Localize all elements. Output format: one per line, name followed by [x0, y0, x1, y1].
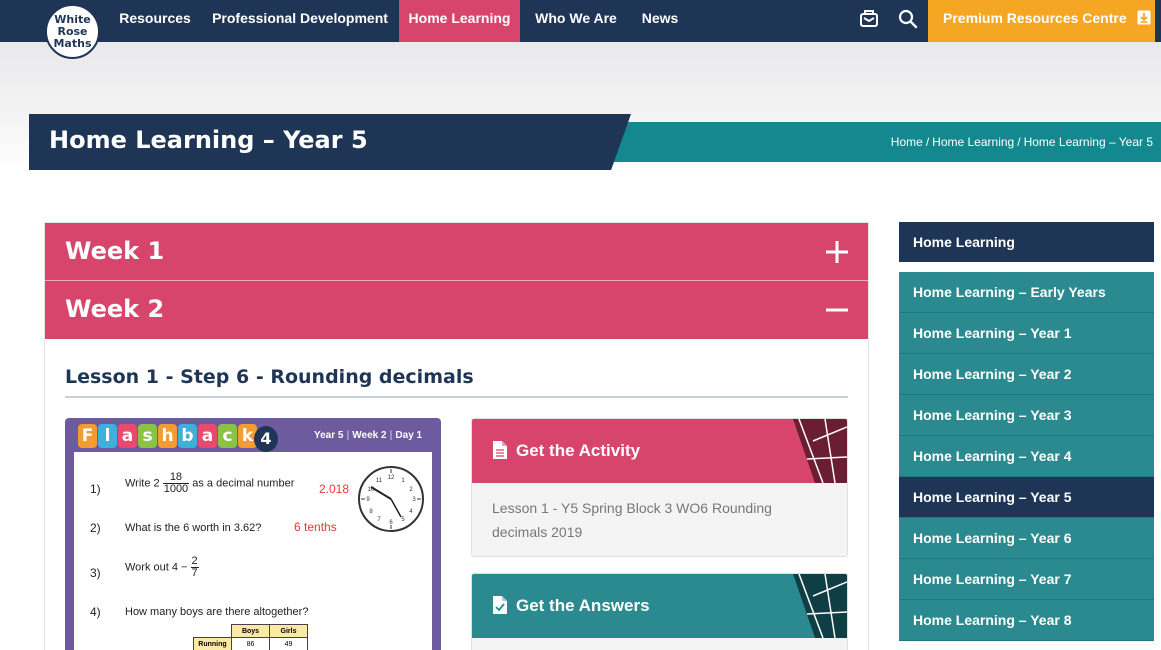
question-number: 3): [90, 566, 101, 580]
flashback-title: Flashback: [78, 424, 258, 458]
sidebar-item-year-6[interactable]: Home Learning – Year 6: [899, 518, 1154, 559]
answer-2: 6 tenths: [294, 520, 337, 534]
breadcrumb-home[interactable]: Home: [891, 135, 923, 149]
premium-label: Premium Resources Centre: [943, 10, 1127, 26]
question-text: Write 2: [125, 477, 160, 490]
activity-description[interactable]: Lesson 1 - Y5 Spring Block 3 WO6 Roundin…: [492, 496, 812, 544]
flashback-number: 4: [254, 426, 278, 452]
question-2: What is the 6 worth in 3.62?: [125, 522, 262, 534]
get-activity-card[interactable]: Get the Activity Lesson 1 - Y5 Spring Bl…: [471, 418, 848, 557]
decorative-pattern-icon: [793, 574, 847, 638]
question-4: How many boys are there altogether?: [125, 606, 309, 618]
clock-icon: 12369 1245 781011: [358, 466, 424, 532]
download-icon: [1137, 10, 1151, 25]
flashback-letter: a: [118, 424, 137, 448]
sidebar-item-year-1[interactable]: Home Learning – Year 1: [899, 313, 1154, 354]
meta-year: Year 5: [314, 430, 344, 441]
svg-text:12: 12: [388, 475, 395, 481]
meta-week: Week 2: [352, 430, 387, 441]
sidebar-item-year-7[interactable]: Home Learning – Year 7: [899, 559, 1154, 600]
table-row-label: Running: [193, 637, 232, 650]
premium-resources-button[interactable]: Premium Resources Centre: [928, 0, 1155, 42]
question-1: Write 2 18 1000 as a decimal number: [125, 472, 294, 495]
flashback-letter: l: [98, 424, 117, 448]
card-header[interactable]: Get the Activity: [472, 419, 847, 483]
sidebar-item-year-8[interactable]: Home Learning – Year 8: [899, 600, 1154, 641]
question-number: 2): [90, 521, 101, 535]
nav-who-we-are[interactable]: Who We Are: [528, 0, 624, 42]
document-check-icon: [493, 596, 507, 614]
accordion-week-1[interactable]: Week 1: [45, 223, 868, 281]
breadcrumb-separator: /: [925, 135, 930, 149]
flashback-letter: h: [158, 424, 177, 448]
meta-day: Day 1: [395, 430, 423, 441]
denominator: 7: [191, 567, 198, 579]
lesson-title: Lesson 1 - Step 6 - Rounding decimals: [65, 366, 474, 388]
page-title: Home Learning – Year 5: [49, 126, 368, 154]
nav-home-learning[interactable]: Home Learning: [399, 0, 520, 42]
table-header: Boys: [231, 624, 270, 638]
question-3: Work out 4 − 27: [125, 556, 199, 579]
flashback-letter: s: [138, 424, 157, 448]
week-1-label: Week 1: [65, 237, 165, 265]
card-header[interactable]: Get the Answers: [472, 574, 847, 638]
answer-1: 2.018: [319, 482, 350, 496]
sidebar-item-year-4[interactable]: Home Learning – Year 4: [899, 436, 1154, 477]
question-number: 4): [90, 605, 101, 619]
breadcrumb-separator: /: [1017, 135, 1021, 149]
sidebar-item-year-3[interactable]: Home Learning – Year 3: [899, 395, 1154, 436]
table-cell: 49: [269, 637, 308, 650]
worksheet-meta: Year 5 | Week 2 | Day 1: [314, 430, 423, 441]
plus-icon[interactable]: [826, 241, 848, 263]
question-text: Work out 4 −: [125, 561, 188, 574]
sidebar-title[interactable]: Home Learning: [899, 222, 1154, 262]
get-activity-label: Get the Activity: [516, 441, 641, 460]
white-rose-maths-logo[interactable]: White Rose Maths: [45, 4, 100, 59]
flashback-letter: a: [198, 424, 217, 448]
contact-icon[interactable]: [859, 9, 879, 29]
sidebar-item-year-2[interactable]: Home Learning – Year 2: [899, 354, 1154, 395]
logo-text-line1: White: [54, 12, 91, 26]
breadcrumb: Home / Home Learning / Home Learning – Year …: [891, 135, 1153, 149]
fraction: 18 1000: [162, 472, 190, 495]
accordion-week-2[interactable]: Week 2: [45, 281, 868, 339]
breadcrumb-home-learning[interactable]: Home Learning: [932, 135, 1014, 149]
breadcrumb-current: Home Learning – Year 5: [1023, 135, 1153, 149]
flashback-letter: c: [218, 424, 237, 448]
nav-resources[interactable]: Resources: [112, 0, 198, 42]
document-icon: [493, 441, 507, 459]
logo-text-line2: Rose: [57, 24, 88, 38]
flashback-letter: b: [178, 424, 197, 448]
lesson-title-rule: [65, 396, 848, 398]
flashback-letter: F: [78, 424, 97, 448]
decorative-pattern-icon: [793, 419, 847, 483]
get-answers-label: Get the Answers: [516, 596, 650, 615]
question-number: 1): [90, 482, 101, 496]
sidebar-menu: Home Learning – Early Years Home Learnin…: [899, 272, 1154, 641]
boys-girls-table: Boys Girls Running 86 49: [193, 624, 308, 650]
denominator: 1000: [163, 483, 189, 495]
sidebar-item-early-years[interactable]: Home Learning – Early Years: [899, 272, 1154, 313]
table-header: Girls: [269, 624, 308, 638]
week-2-label: Week 2: [65, 295, 165, 323]
table-cell: 86: [231, 637, 270, 650]
logo-text-line3: Maths: [53, 36, 92, 50]
get-answers-card[interactable]: Get the Answers: [471, 573, 848, 650]
svg-text:11: 11: [376, 478, 383, 484]
nav-news[interactable]: News: [634, 0, 686, 42]
nav-professional-development[interactable]: Professional Development: [205, 0, 395, 42]
question-text: as a decimal number: [192, 477, 295, 490]
fraction: 27: [190, 556, 199, 579]
search-icon[interactable]: [898, 9, 918, 29]
minus-icon[interactable]: [826, 299, 848, 321]
sidebar-item-year-5[interactable]: Home Learning – Year 5: [899, 477, 1154, 518]
